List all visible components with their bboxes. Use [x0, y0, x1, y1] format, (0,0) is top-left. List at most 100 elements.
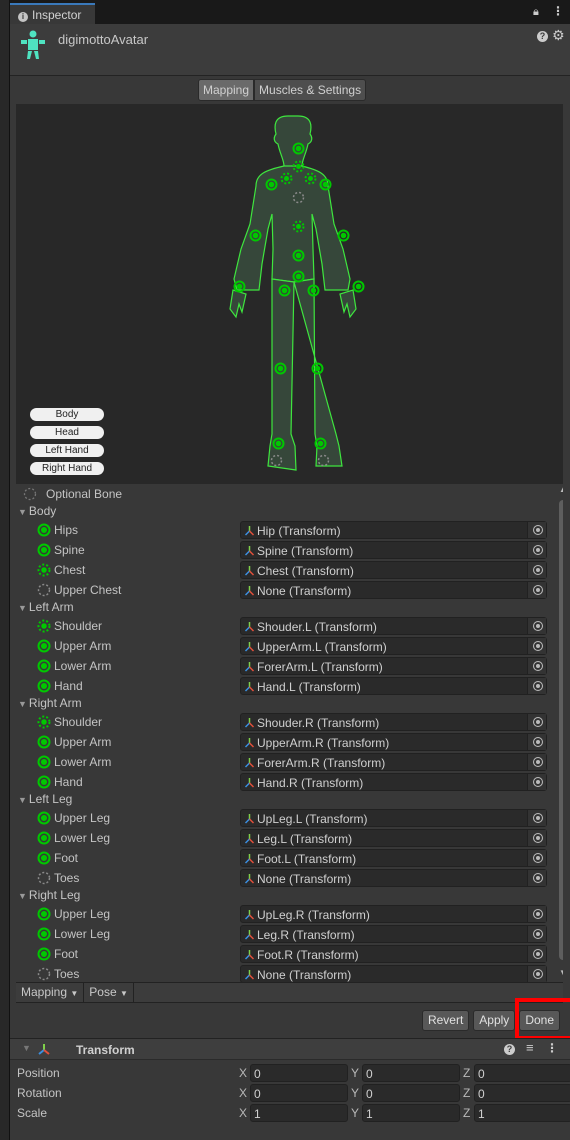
bone-status-icon[interactable] — [37, 775, 51, 789]
bone-status-icon[interactable] — [37, 851, 51, 865]
object-picker-icon[interactable] — [527, 850, 546, 866]
group-header-right-arm[interactable]: ▼ Right Arm — [18, 694, 82, 712]
object-picker-icon[interactable] — [527, 562, 546, 578]
scroll-up-arrow-icon[interactable]: ▲ — [559, 485, 563, 494]
x-input[interactable]: 0 — [250, 1064, 348, 1082]
transform-object-field[interactable]: ForerArm.R (Transform) — [240, 753, 547, 771]
x-field[interactable]: X0 — [239, 1063, 350, 1082]
bone-status-icon[interactable] — [37, 679, 51, 693]
bone-status-icon[interactable] — [37, 831, 51, 845]
kebab-menu-icon[interactable]: ⋮ — [546, 1041, 558, 1055]
bone-status-icon[interactable] — [37, 583, 51, 597]
object-picker-icon[interactable] — [527, 714, 546, 730]
tab-inspector[interactable]: i Inspector — [10, 3, 95, 24]
object-picker-icon[interactable] — [527, 926, 546, 942]
tab-muscles-settings[interactable]: Muscles & Settings — [254, 79, 367, 101]
transform-object-field[interactable]: Spine (Transform) — [240, 541, 547, 559]
body-part-button-head[interactable]: Head — [30, 426, 104, 439]
object-picker-icon[interactable] — [527, 946, 546, 962]
group-header-left-arm[interactable]: ▼ Left Arm — [18, 598, 74, 616]
object-picker-icon[interactable] — [527, 810, 546, 826]
gear-icon[interactable]: ⚙︎ — [552, 27, 565, 44]
x-input[interactable]: 0 — [250, 1084, 348, 1102]
bone-status-icon[interactable] — [37, 811, 51, 825]
transform-object-field[interactable]: Chest (Transform) — [240, 561, 547, 579]
transform-component-header[interactable]: ▼ Transform ? ≡ ⋮ — [10, 1038, 570, 1060]
help-icon[interactable]: ? — [537, 31, 548, 42]
y-input[interactable]: 1 — [362, 1104, 460, 1122]
bone-status-icon[interactable] — [37, 967, 51, 981]
revert-button[interactable]: Revert — [421, 1010, 470, 1031]
z-input[interactable]: 0 — [474, 1064, 570, 1082]
object-picker-icon[interactable] — [527, 582, 546, 598]
transform-object-field[interactable]: Hip (Transform) — [240, 521, 547, 539]
pose-dropdown[interactable]: Pose ▼ — [84, 983, 134, 1002]
bone-status-icon[interactable] — [37, 563, 51, 577]
object-picker-icon[interactable] — [527, 638, 546, 654]
scroll-down-arrow-icon[interactable]: ▼ — [559, 968, 563, 977]
z-field[interactable]: Z1 — [463, 1103, 570, 1122]
apply-button[interactable]: Apply — [473, 1010, 516, 1031]
group-header-body[interactable]: ▼ Body — [18, 502, 56, 520]
object-picker-icon[interactable] — [527, 618, 546, 634]
object-picker-icon[interactable] — [527, 678, 546, 694]
z-input[interactable]: 0 — [474, 1084, 570, 1102]
help-icon[interactable]: ? — [504, 1044, 515, 1055]
body-part-button-body[interactable]: Body — [30, 408, 104, 421]
object-picker-icon[interactable] — [527, 754, 546, 770]
object-picker-icon[interactable] — [527, 774, 546, 790]
transform-object-field[interactable]: Foot.R (Transform) — [240, 945, 547, 963]
bone-joint-marker[interactable] — [352, 280, 365, 293]
collapse-arrow-icon[interactable]: ▼ — [22, 1043, 31, 1053]
y-input[interactable]: 0 — [362, 1064, 460, 1082]
y-field[interactable]: Y0 — [351, 1083, 462, 1102]
z-field[interactable]: Z0 — [463, 1083, 570, 1102]
z-field[interactable]: Z0 — [463, 1063, 570, 1082]
transform-object-field[interactable]: None (Transform) — [240, 869, 547, 887]
bone-status-icon[interactable] — [37, 715, 51, 729]
transform-object-field[interactable]: UpperArm.R (Transform) — [240, 733, 547, 751]
kebab-menu-icon[interactable]: ⋮ — [552, 4, 564, 18]
bone-joint-marker[interactable] — [337, 229, 350, 242]
z-input[interactable]: 1 — [474, 1104, 570, 1122]
bone-status-icon[interactable] — [37, 659, 51, 673]
y-input[interactable]: 0 — [362, 1084, 460, 1102]
bone-status-icon[interactable] — [37, 735, 51, 749]
group-header-left-leg[interactable]: ▼ Left Leg — [18, 790, 72, 808]
lock-icon[interactable]: 🔒︎ — [533, 6, 539, 19]
x-field[interactable]: X1 — [239, 1103, 350, 1122]
transform-object-field[interactable]: Hand.R (Transform) — [240, 773, 547, 791]
bone-status-icon[interactable] — [37, 947, 51, 961]
transform-object-field[interactable]: Leg.R (Transform) — [240, 925, 547, 943]
transform-object-field[interactable]: None (Transform) — [240, 965, 547, 982]
transform-object-field[interactable]: ForerArm.L (Transform) — [240, 657, 547, 675]
y-field[interactable]: Y1 — [351, 1103, 462, 1122]
transform-object-field[interactable]: UpLeg.L (Transform) — [240, 809, 547, 827]
x-field[interactable]: X0 — [239, 1083, 350, 1102]
scrollbar-thumb[interactable] — [559, 500, 563, 960]
tab-mapping[interactable]: Mapping — [198, 79, 255, 101]
bone-status-icon[interactable] — [37, 639, 51, 653]
bone-status-icon[interactable] — [37, 755, 51, 769]
object-picker-icon[interactable] — [527, 966, 546, 982]
bone-status-icon[interactable] — [37, 907, 51, 921]
object-picker-icon[interactable] — [527, 830, 546, 846]
object-picker-icon[interactable] — [527, 658, 546, 674]
transform-object-field[interactable]: Hand.L (Transform) — [240, 677, 547, 695]
object-picker-icon[interactable] — [527, 870, 546, 886]
mapping-dropdown[interactable]: Mapping ▼ — [16, 983, 85, 1002]
transform-object-field[interactable]: Shouder.R (Transform) — [240, 713, 547, 731]
bone-status-icon[interactable] — [37, 523, 51, 537]
transform-object-field[interactable]: UpperArm.L (Transform) — [240, 637, 547, 655]
object-picker-icon[interactable] — [527, 906, 546, 922]
vertical-scrollbar[interactable]: ▲ ▼ — [557, 484, 563, 982]
transform-object-field[interactable]: Foot.L (Transform) — [240, 849, 547, 867]
transform-object-field[interactable]: Shouder.L (Transform) — [240, 617, 547, 635]
transform-object-field[interactable]: UpLeg.R (Transform) — [240, 905, 547, 923]
transform-object-field[interactable]: Leg.L (Transform) — [240, 829, 547, 847]
bone-status-icon[interactable] — [37, 619, 51, 633]
object-picker-icon[interactable] — [527, 522, 546, 538]
transform-object-field[interactable]: None (Transform) — [240, 581, 547, 599]
object-picker-icon[interactable] — [527, 542, 546, 558]
bone-status-icon[interactable] — [37, 871, 51, 885]
